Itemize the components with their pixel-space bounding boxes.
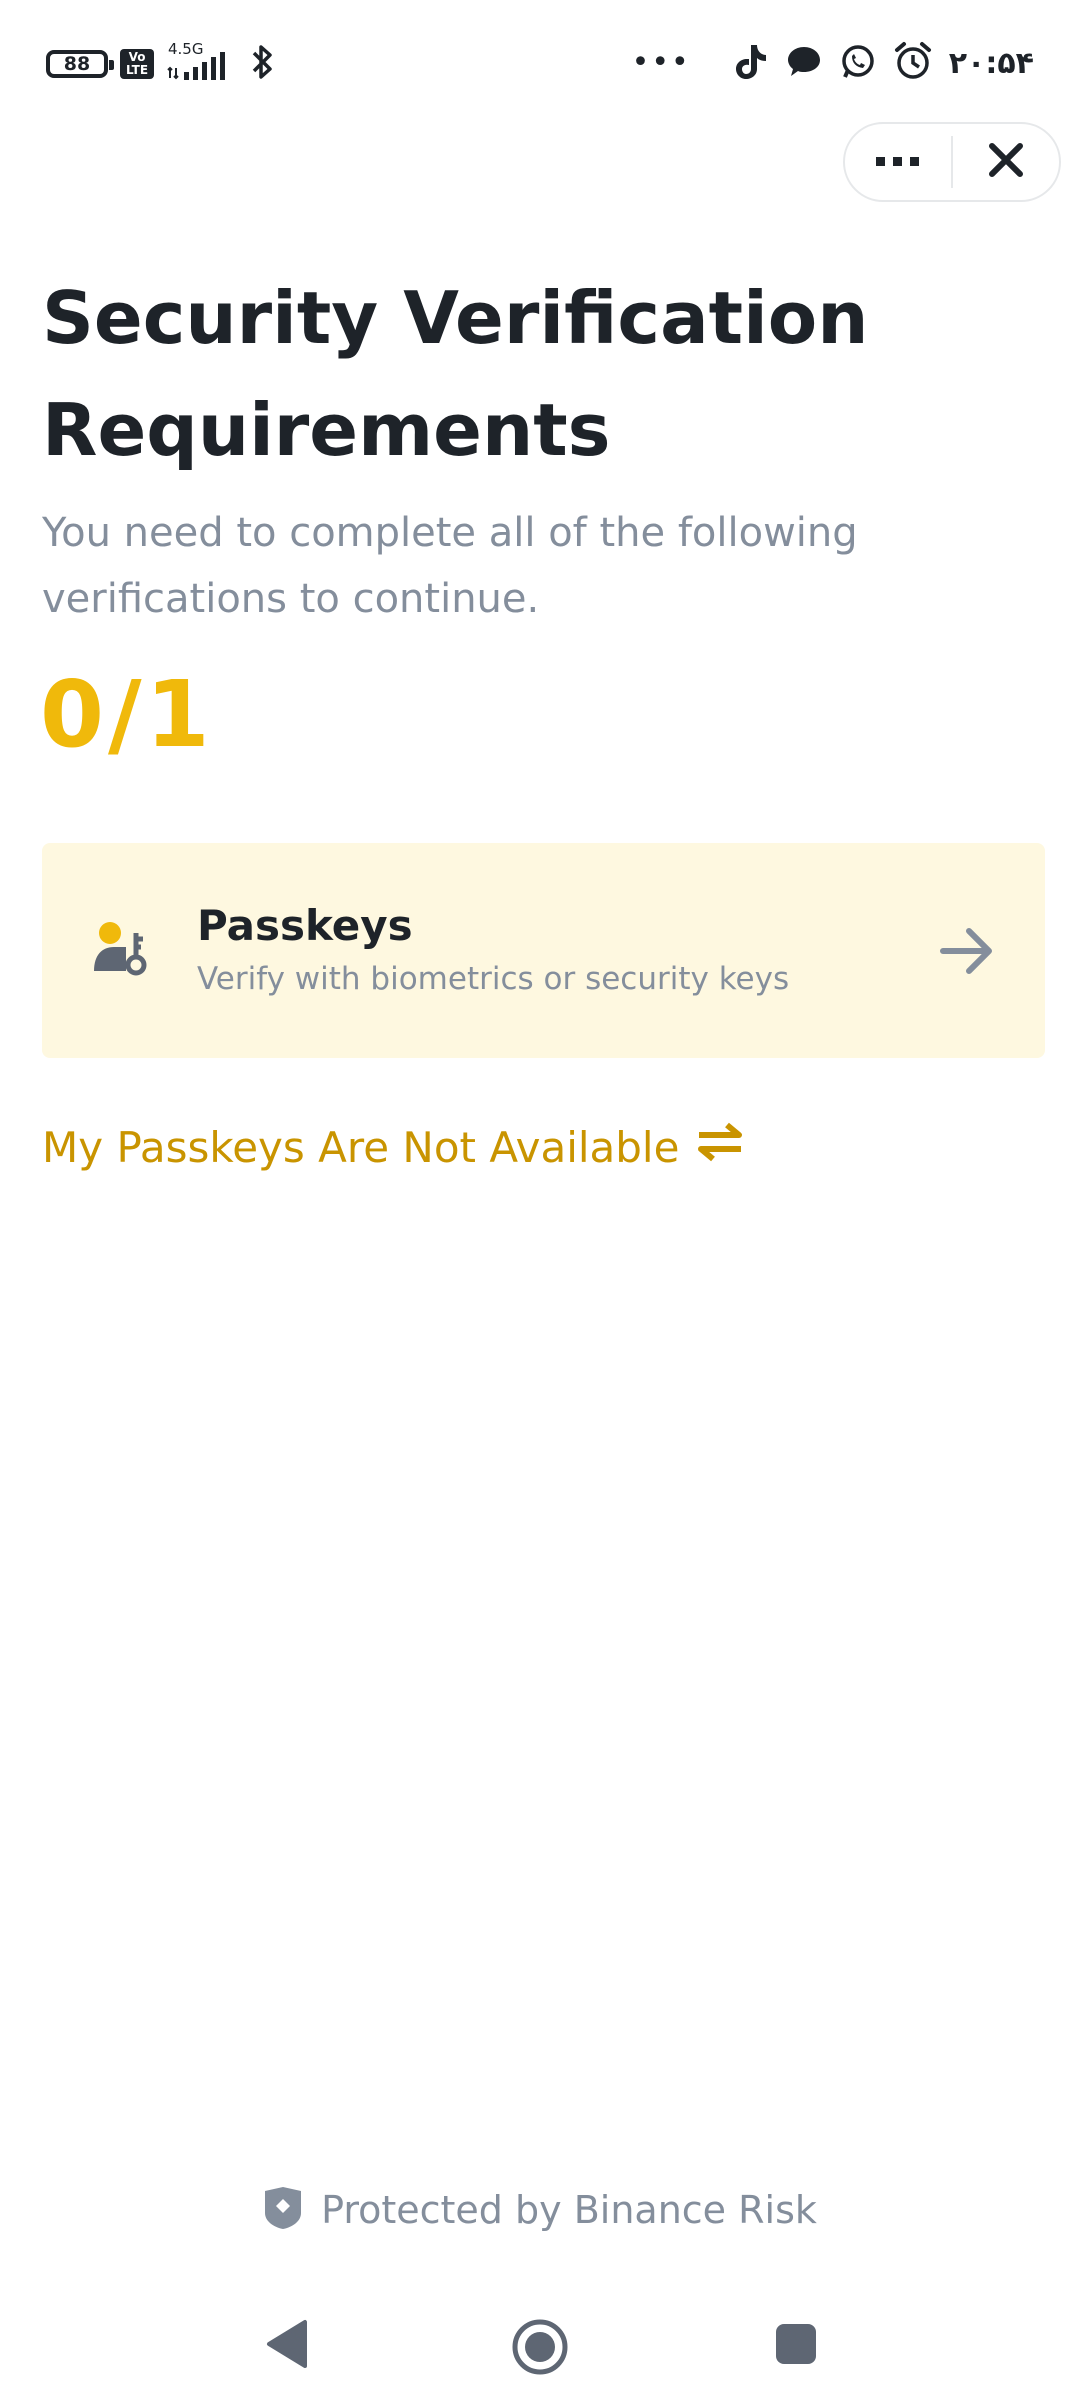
more-icon [874,153,922,172]
status-bar: 88 Vo LTE 4.5G ••• ۲۰:۵۴ [0,0,1080,120]
recents-icon[interactable] [774,2322,818,2370]
page-title: Security Verification Requirements [42,276,869,472]
status-bar-left: 88 Vo LTE 4.5G [46,40,276,86]
whatsapp-icon [839,41,877,85]
close-button[interactable] [953,124,1059,200]
passkeys-method-card[interactable]: Passkeys Verify with biometrics or secur… [42,843,1045,1058]
status-bar-right: ••• ۲۰:۵۴ [632,38,1034,88]
battery-icon: 88 [46,50,114,78]
status-time: ۲۰:۵۴ [948,45,1034,81]
mini-program-capsule [843,122,1061,202]
signal-icon: 4.5G [166,40,236,86]
volte-icon: Vo LTE [120,49,154,79]
page-subtitle: You need to complete all of the followin… [42,510,858,622]
alarm-icon [893,40,933,86]
switch-arrows-icon [697,1122,743,1172]
shield-icon [263,2185,303,2235]
more-button[interactable] [845,124,951,200]
tiktok-icon [733,41,769,85]
verification-progress: 0/1 [40,661,214,768]
passkeys-unavailable-link[interactable]: My Passkeys Are Not Available [42,1122,743,1172]
battery-level: 88 [63,53,91,75]
chat-icon [785,41,823,85]
passkey-icon [92,919,154,981]
footer-text: Protected by Binance Risk [321,2188,817,2232]
arrow-right-icon [939,923,995,979]
more-notifications-indicator: ••• [631,45,691,80]
back-icon[interactable] [265,2318,309,2374]
home-icon[interactable] [511,2318,569,2380]
passkeys-unavailable-label: My Passkeys Are Not Available [42,1122,680,1172]
system-navigation-bar [0,2290,1080,2400]
bluetooth-icon [248,42,276,86]
footer: Protected by Binance Risk [0,2185,1080,2235]
method-description: Verify with biometrics or security keys [197,961,790,997]
close-icon [987,141,1025,183]
method-title: Passkeys [197,901,413,950]
network-label: 4.5G [168,42,203,58]
